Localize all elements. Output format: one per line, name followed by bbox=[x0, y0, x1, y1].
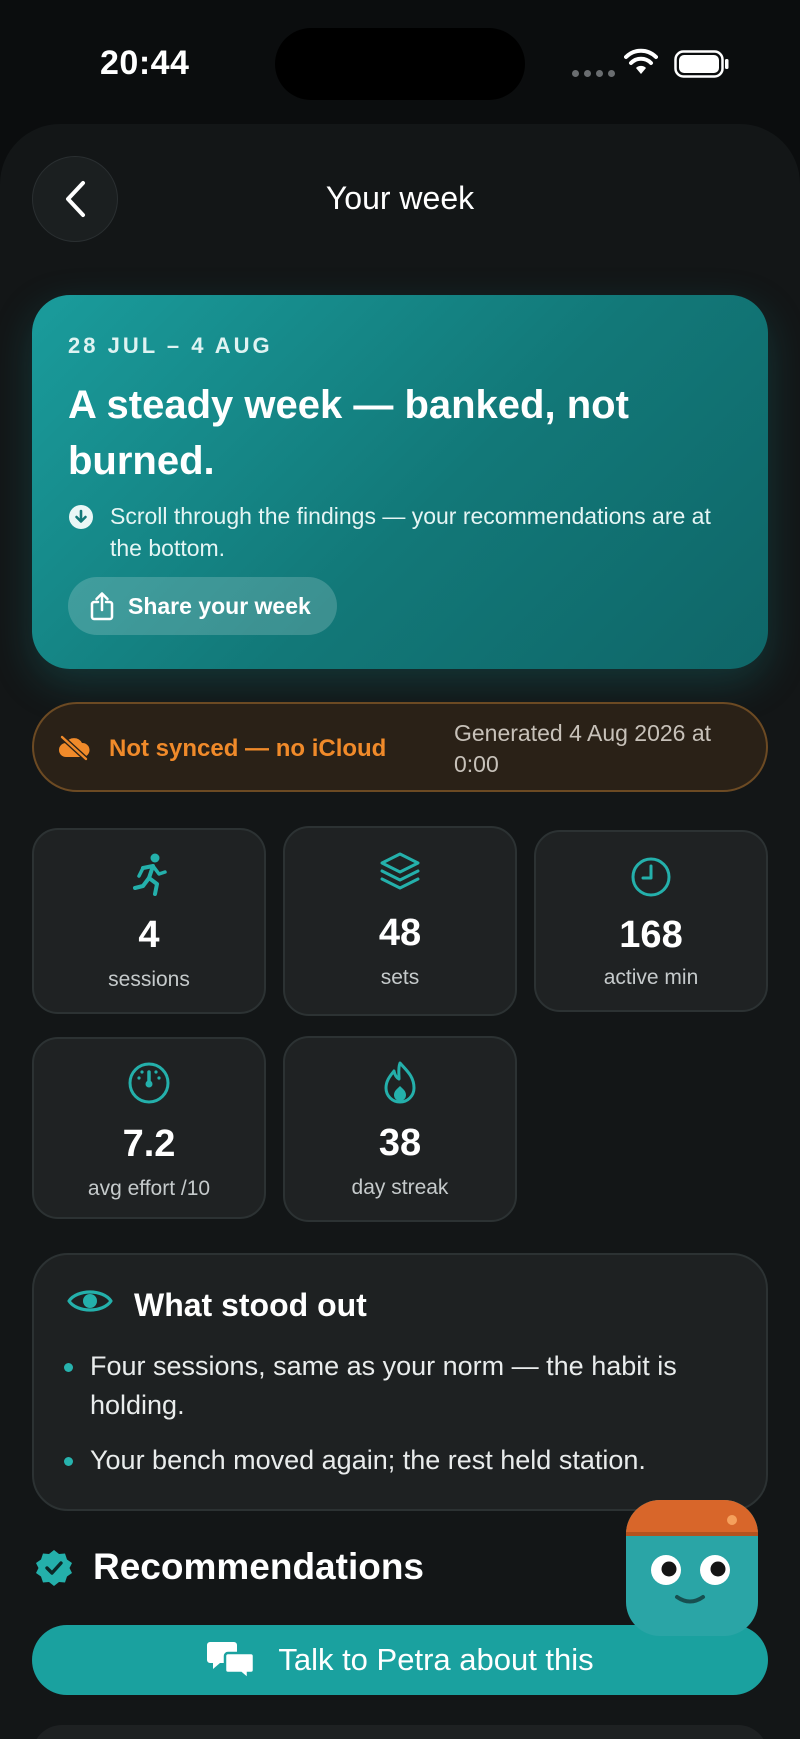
status-bar: 20:44 bbox=[0, 0, 800, 120]
page-title: Your week bbox=[325, 180, 475, 216]
scroll-hint: Scroll through the findings — your recom… bbox=[68, 500, 728, 564]
petra-mascot-button[interactable] bbox=[626, 1500, 758, 1636]
week-headline: A steady week — banked, not burned. bbox=[68, 383, 629, 483]
status-time: 20:44 bbox=[100, 44, 190, 82]
cloud-off-icon bbox=[59, 734, 90, 762]
stat-card-day-streak: 38 day streak bbox=[283, 1036, 517, 1222]
stat-card-sessions: 4 sessions bbox=[32, 828, 266, 1014]
week-summary-card: 28 JUL – 4 AUG A steady week — banked, n… bbox=[32, 295, 768, 669]
stat-value: 7.2 bbox=[122, 1123, 176, 1165]
what-stood-out-card: What stood out Four sessions, same as yo… bbox=[32, 1253, 768, 1511]
sync-status-text: Not synced — no iCloud bbox=[109, 735, 387, 762]
dynamic-island bbox=[275, 28, 525, 100]
list-item: Four sessions, same as your norm — the h… bbox=[64, 1347, 754, 1425]
stat-label: sets bbox=[380, 966, 420, 989]
scroll-hint-text: Scroll through the findings — your recom… bbox=[110, 503, 711, 561]
cellular-signal-icon bbox=[572, 70, 615, 77]
battery-icon bbox=[674, 50, 729, 78]
stat-card-avg-effort: 7.2 avg effort /10 bbox=[32, 1037, 266, 1219]
wifi-icon bbox=[624, 48, 658, 74]
recommendation-card bbox=[32, 1725, 768, 1739]
stat-value: 4 bbox=[138, 914, 160, 956]
flame-icon bbox=[384, 1061, 416, 1104]
generated-timestamp: Generated 4 Aug 2026 at 0:00 bbox=[454, 720, 712, 777]
chat-bubbles-icon bbox=[207, 1642, 256, 1681]
stat-label: avg effort /10 bbox=[87, 1177, 211, 1200]
clock-icon bbox=[631, 857, 671, 897]
list-item: Your bench moved again; the rest held st… bbox=[64, 1441, 754, 1480]
talk-to-petra-label: Talk to Petra about this bbox=[278, 1642, 594, 1677]
gauge-icon bbox=[128, 1062, 170, 1104]
running-figure-icon bbox=[133, 853, 167, 896]
stat-value: 168 bbox=[619, 914, 683, 956]
arrow-down-circle-icon bbox=[69, 505, 93, 529]
share-icon bbox=[90, 592, 114, 621]
recommendations-title: Recommendations bbox=[93, 1546, 425, 1587]
stat-value: 38 bbox=[378, 1122, 422, 1164]
share-week-label: Share your week bbox=[128, 592, 311, 619]
findings-list: Four sessions, same as your norm — the h… bbox=[64, 1347, 754, 1496]
stat-card-sets: 48 sets bbox=[283, 826, 517, 1016]
stat-label: active min bbox=[603, 966, 699, 989]
share-week-button[interactable]: Share your week bbox=[68, 577, 337, 635]
eye-icon bbox=[67, 1290, 113, 1312]
sync-status-banner: Not synced — no iCloud Generated 4 Aug 2… bbox=[32, 702, 768, 792]
stat-label: day streak bbox=[351, 1176, 449, 1199]
date-range: 28 JUL – 4 AUG bbox=[68, 333, 273, 358]
section-title: What stood out bbox=[134, 1287, 367, 1323]
stat-label: sessions bbox=[108, 968, 190, 991]
check-badge-icon bbox=[36, 1550, 72, 1586]
stat-card-active-min: 168 active min bbox=[534, 830, 768, 1012]
layers-icon bbox=[380, 852, 420, 890]
stat-value: 48 bbox=[378, 912, 422, 954]
